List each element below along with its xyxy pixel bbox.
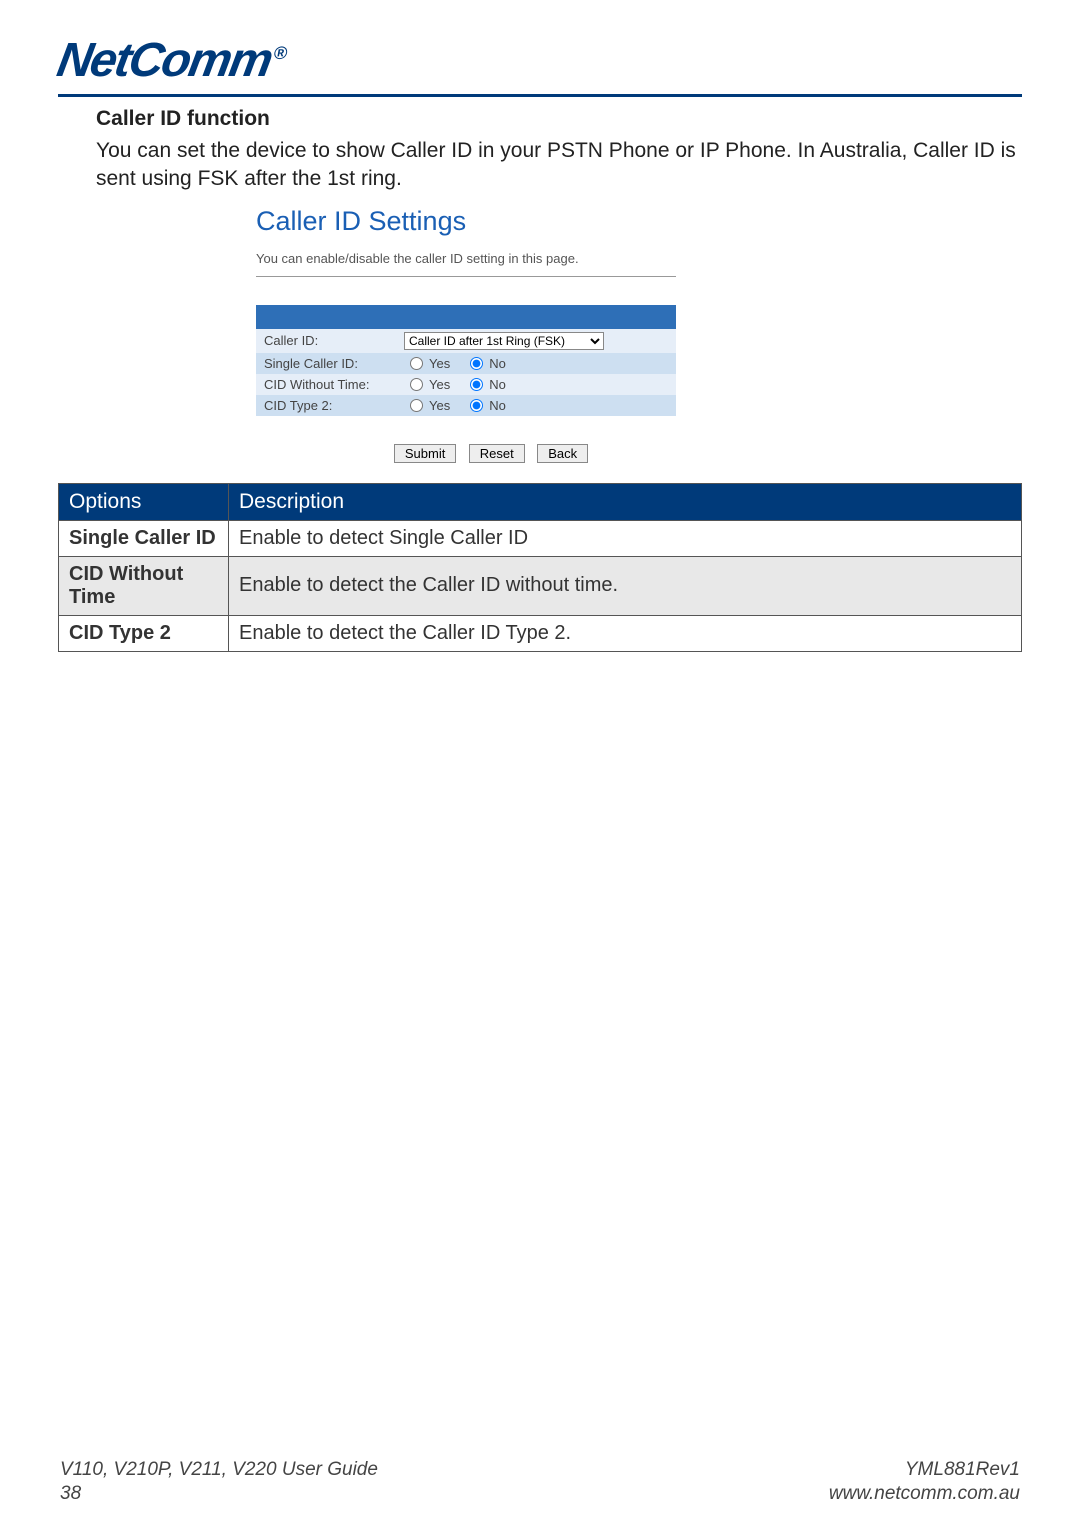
- settings-form: Caller ID: Caller ID after 1st Ring (FSK…: [256, 305, 676, 416]
- button-row: Submit Reset Back: [256, 444, 726, 463]
- radio-label-no: No: [489, 398, 506, 413]
- row-cid-type2: CID Type 2: Yes No: [256, 395, 676, 416]
- form-header-bar: [256, 305, 676, 329]
- radio-single-no[interactable]: [470, 357, 483, 370]
- radio-label-yes: Yes: [429, 398, 450, 413]
- submit-button[interactable]: Submit: [394, 444, 456, 463]
- cell-option: Single Caller ID: [59, 520, 229, 556]
- registered-icon: ®: [272, 43, 287, 63]
- cell-option: CID Type 2: [59, 615, 229, 651]
- select-caller-id[interactable]: Caller ID after 1st Ring (FSK): [404, 332, 604, 350]
- footer-guide: V110, V210P, V211, V220 User Guide: [60, 1458, 378, 1483]
- radio-label-yes: Yes: [429, 356, 450, 371]
- cell-description: Enable to detect the Caller ID without t…: [229, 556, 1022, 615]
- label-cid-type2: CID Type 2:: [264, 398, 404, 413]
- reset-button[interactable]: Reset: [469, 444, 525, 463]
- row-single-caller-id: Single Caller ID: Yes No: [256, 353, 676, 374]
- row-caller-id: Caller ID: Caller ID after 1st Ring (FSK…: [256, 329, 676, 353]
- table-row: CID Without Time Enable to detect the Ca…: [59, 556, 1022, 615]
- section-title: Caller ID function: [96, 107, 1022, 131]
- cell-option: CID Without Time: [59, 556, 229, 615]
- radio-label-yes: Yes: [429, 377, 450, 392]
- table-row: Single Caller ID Enable to detect Single…: [59, 520, 1022, 556]
- options-table: Options Description Single Caller ID Ena…: [58, 483, 1022, 652]
- footer-url: www.netcomm.com.au: [829, 1482, 1020, 1507]
- footer-right: YML881Rev1 www.netcomm.com.au: [829, 1458, 1020, 1507]
- radio-cwt-no[interactable]: [470, 378, 483, 391]
- cell-description: Enable to detect Single Caller ID: [229, 520, 1022, 556]
- label-single-caller-id: Single Caller ID:: [264, 356, 404, 371]
- panel-title: Caller ID Settings: [256, 206, 726, 237]
- settings-panel: Caller ID Settings You can enable/disabl…: [256, 206, 726, 463]
- radio-cwt-yes[interactable]: [410, 378, 423, 391]
- radio-ct2-yes[interactable]: [410, 399, 423, 412]
- radio-single-yes[interactable]: [410, 357, 423, 370]
- section-body: You can set the device to show Caller ID…: [96, 137, 1022, 194]
- brand-text: NetComm: [53, 34, 275, 87]
- radio-label-no: No: [489, 356, 506, 371]
- th-options: Options: [59, 483, 229, 520]
- th-description: Description: [229, 483, 1022, 520]
- footer-rev: YML881Rev1: [829, 1458, 1020, 1483]
- footer-left: V110, V210P, V211, V220 User Guide 38: [60, 1458, 378, 1507]
- cell-description: Enable to detect the Caller ID Type 2.: [229, 615, 1022, 651]
- label-cid-without-time: CID Without Time:: [264, 377, 404, 392]
- row-cid-without-time: CID Without Time: Yes No: [256, 374, 676, 395]
- panel-hint: You can enable/disable the caller ID set…: [256, 251, 676, 277]
- page-footer: V110, V210P, V211, V220 User Guide 38 YM…: [60, 1458, 1020, 1507]
- header: NetComm®: [58, 23, 1022, 97]
- footer-page: 38: [60, 1482, 378, 1507]
- radio-ct2-no[interactable]: [470, 399, 483, 412]
- brand-logo: NetComm®: [53, 33, 289, 88]
- radio-label-no: No: [489, 377, 506, 392]
- back-button[interactable]: Back: [537, 444, 588, 463]
- label-caller-id: Caller ID:: [264, 333, 404, 348]
- table-row: CID Type 2 Enable to detect the Caller I…: [59, 615, 1022, 651]
